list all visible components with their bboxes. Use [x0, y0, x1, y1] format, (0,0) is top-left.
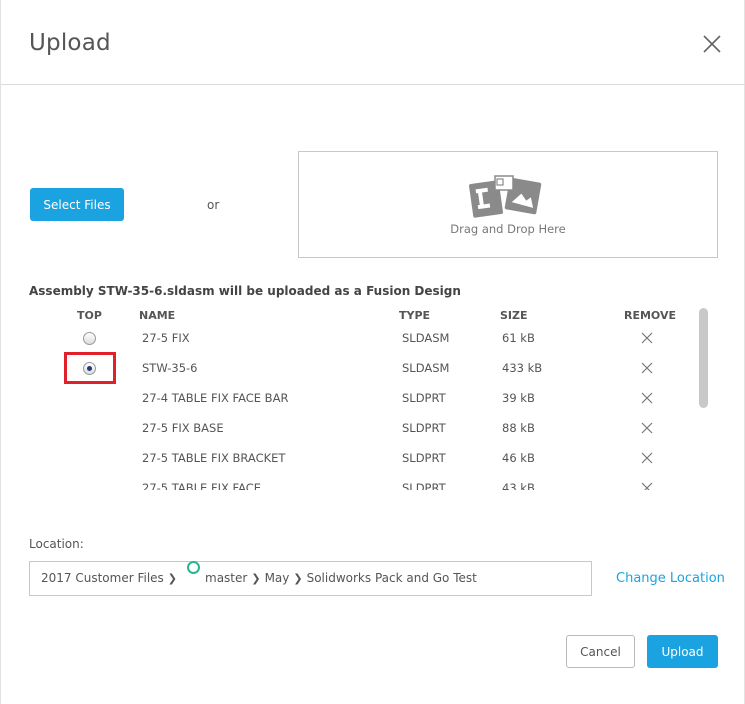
chevron-right-icon: ❯: [167, 572, 178, 585]
assembly-note: Assembly STW-35-6.sldasm will be uploade…: [29, 284, 461, 298]
cell-size: 433 kB: [502, 361, 543, 375]
chevron-right-icon: ❯: [293, 572, 303, 585]
remove-icon[interactable]: [641, 362, 653, 374]
select-files-button[interactable]: Select Files: [30, 188, 124, 221]
cell-type: SLDPRT: [402, 451, 446, 465]
table-row: STW-35-6 SLDASM 433 kB: [29, 353, 699, 383]
table-scrollbar[interactable]: [698, 308, 709, 490]
breadcrumb-project: 2017 Customer Files: [41, 571, 164, 585]
table-row: 27-5 TABLE FIX FACE SLDPRT 43 kB: [29, 473, 699, 490]
branch-circle-icon: [187, 561, 201, 574]
chevron-right-icon: ❯: [251, 572, 261, 585]
location-breadcrumb: 2017 Customer Files ❯ master ❯ May ❯ Solidwork…: [41, 561, 477, 595]
header-type: TYPE: [399, 309, 431, 322]
dialog-title: Upload: [29, 30, 111, 56]
table-row: 27-5 FIX BASE SLDPRT 88 kB: [29, 413, 699, 443]
cell-size: 46 kB: [502, 451, 535, 465]
remove-icon[interactable]: [641, 332, 653, 344]
breadcrumb-branch: master: [205, 571, 248, 585]
table-row: 27-4 TABLE FIX FACE BAR SLDPRT 39 kB: [29, 383, 699, 413]
header-name: NAME: [139, 309, 176, 322]
table-row: 27-5 FIX SLDASM 61 kB: [29, 323, 699, 353]
cell-name: 27-5 TABLE FIX BRACKET: [142, 451, 286, 465]
cell-name: 27-5 FIX BASE: [142, 421, 224, 435]
table-row: 27-5 TABLE FIX BRACKET SLDPRT 46 kB: [29, 443, 699, 473]
change-location-link[interactable]: Change Location: [616, 571, 725, 586]
location-path: 2017 Customer Files ❯ master ❯ May ❯ Solidwork…: [29, 561, 592, 596]
cell-size: 88 kB: [502, 421, 535, 435]
upload-dialog: Upload Select Files or Drag and Drop Her…: [0, 0, 745, 704]
upload-button[interactable]: Upload: [647, 635, 718, 668]
remove-icon[interactable]: [641, 452, 653, 464]
breadcrumb-subfolder: Solidworks Pack and Go Test: [306, 571, 477, 585]
location-label: Location:: [29, 537, 84, 551]
dialog-header: Upload: [1, 0, 745, 85]
cell-size: 39 kB: [502, 391, 535, 405]
cell-type: SLDASM: [402, 331, 450, 345]
close-icon[interactable]: [701, 33, 723, 55]
cell-type: SLDASM: [402, 361, 450, 375]
cell-size: 61 kB: [502, 331, 535, 345]
header-remove: REMOVE: [624, 309, 677, 322]
remove-icon[interactable]: [641, 392, 653, 404]
header-top: TOP: [77, 309, 102, 322]
cell-type: SLDPRT: [402, 421, 446, 435]
cell-name: 27-5 FIX: [142, 331, 190, 345]
cell-name: 27-5 TABLE FIX FACE: [142, 481, 262, 490]
breadcrumb-folder: May: [264, 571, 290, 585]
drag-drop-text: Drag and Drop Here: [450, 222, 566, 236]
cell-type: SLDPRT: [402, 391, 446, 405]
cell-name: 27-4 TABLE FIX FACE BAR: [142, 391, 289, 405]
remove-icon[interactable]: [641, 482, 653, 490]
image-files-icon: [469, 174, 549, 220]
cell-name: STW-35-6: [142, 361, 198, 375]
cancel-button[interactable]: Cancel: [566, 635, 635, 668]
file-table: TOP NAME TYPE SIZE REMOVE 27-5 FIX SLDASM…: [29, 306, 709, 490]
cell-type: SLDPRT: [402, 481, 446, 490]
drag-drop-zone[interactable]: Drag and Drop Here: [298, 151, 718, 258]
cell-size: 43 kB: [502, 481, 535, 490]
or-separator: or: [207, 198, 220, 212]
remove-icon[interactable]: [641, 422, 653, 434]
header-size: SIZE: [500, 309, 528, 322]
scroll-thumb[interactable]: [699, 308, 708, 408]
selected-top-highlight: [64, 352, 116, 384]
top-radio[interactable]: [83, 332, 96, 345]
